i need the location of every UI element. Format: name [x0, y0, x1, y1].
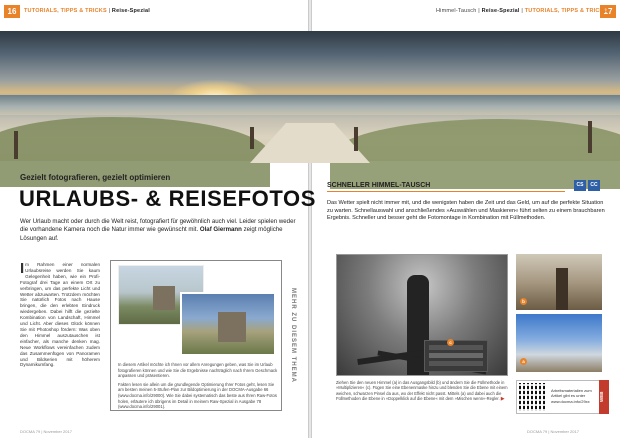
side-tab-more-topic: MEHR ZU DIESEM THEMA — [290, 287, 296, 383]
hero-beach-panorama — [0, 31, 620, 189]
body-text: m Rahmen einer normalen Urlaubsreise wer… — [20, 262, 100, 368]
author-name: Olaf Giermann — [199, 226, 242, 234]
castle-photo-large — [180, 292, 276, 356]
page-number-left: 16 — [4, 5, 20, 18]
running-head-topic-right: Himmel-Tausch — [436, 8, 477, 14]
footer-left: DOCMA 79 | November 2017 — [20, 429, 72, 434]
footer-right: DOCMA 79 | November 2017 — [527, 429, 579, 434]
fence-post — [354, 127, 358, 151]
web-tag: WEB — [599, 380, 609, 414]
fence-post — [14, 131, 18, 159]
tree-photo-small-b — [516, 254, 602, 310]
section-subhead: SCHNELLER HIMMEL-TAUSCH — [327, 182, 431, 189]
badge-cs: CS — [574, 180, 586, 191]
sea-horizon — [0, 95, 620, 115]
body-column: I m Rahmen einer normalen Urlaubsreise w… — [20, 260, 100, 368]
layers-panel — [424, 340, 488, 372]
fence-post — [250, 127, 254, 149]
marker-c: c — [447, 339, 454, 346]
running-head-special: Reise-Spezial — [481, 8, 520, 14]
sky-photo-small-a — [516, 314, 602, 372]
download-text: Arbeitsmaterialien zum Artikel gibt es u… — [551, 388, 592, 404]
running-head-left: TUTORIALS, TIPPS & TRICKS | Reise-Spezia… — [24, 8, 150, 14]
ruin-shape — [153, 286, 175, 310]
fence-post — [588, 121, 592, 153]
continue-arrow-icon: ▶ — [500, 396, 505, 403]
marker-b: b — [520, 298, 527, 305]
running-head-right: Himmel-Tausch | Reise-Spezial | TUTORIAL… — [436, 8, 608, 14]
marker-a: a — [520, 358, 527, 365]
sand-path — [250, 123, 370, 163]
ruin-shape — [218, 312, 246, 342]
dune-right — [330, 119, 620, 189]
running-head-topic: Reise-Spezial — [111, 8, 150, 14]
running-head-section-right: TUTORIALS, TIPPS & TRICKS — [524, 8, 608, 14]
badge-cc: CC — [588, 180, 600, 191]
page-title: URLAUBS- & REISEFOTOS — [19, 186, 316, 211]
info-box-text: In diesem Artikel möchte ich Ihnen vor a… — [118, 362, 278, 410]
drop-cap: I — [20, 260, 25, 277]
kicker: Gezielt fotografieren, gezielt optimiere… — [20, 173, 171, 182]
figure-caption: Ziehen Sie den neuen Himmel (a) in das A… — [336, 380, 508, 403]
lead-paragraph: Wer Urlaub macht oder durch die Welt rei… — [20, 218, 296, 242]
intro-paragraph: Das Wetter spielt nicht immer mit, und d… — [327, 200, 605, 222]
running-head-section: TUTORIALS, TIPPS & TRICKS — [24, 8, 107, 14]
